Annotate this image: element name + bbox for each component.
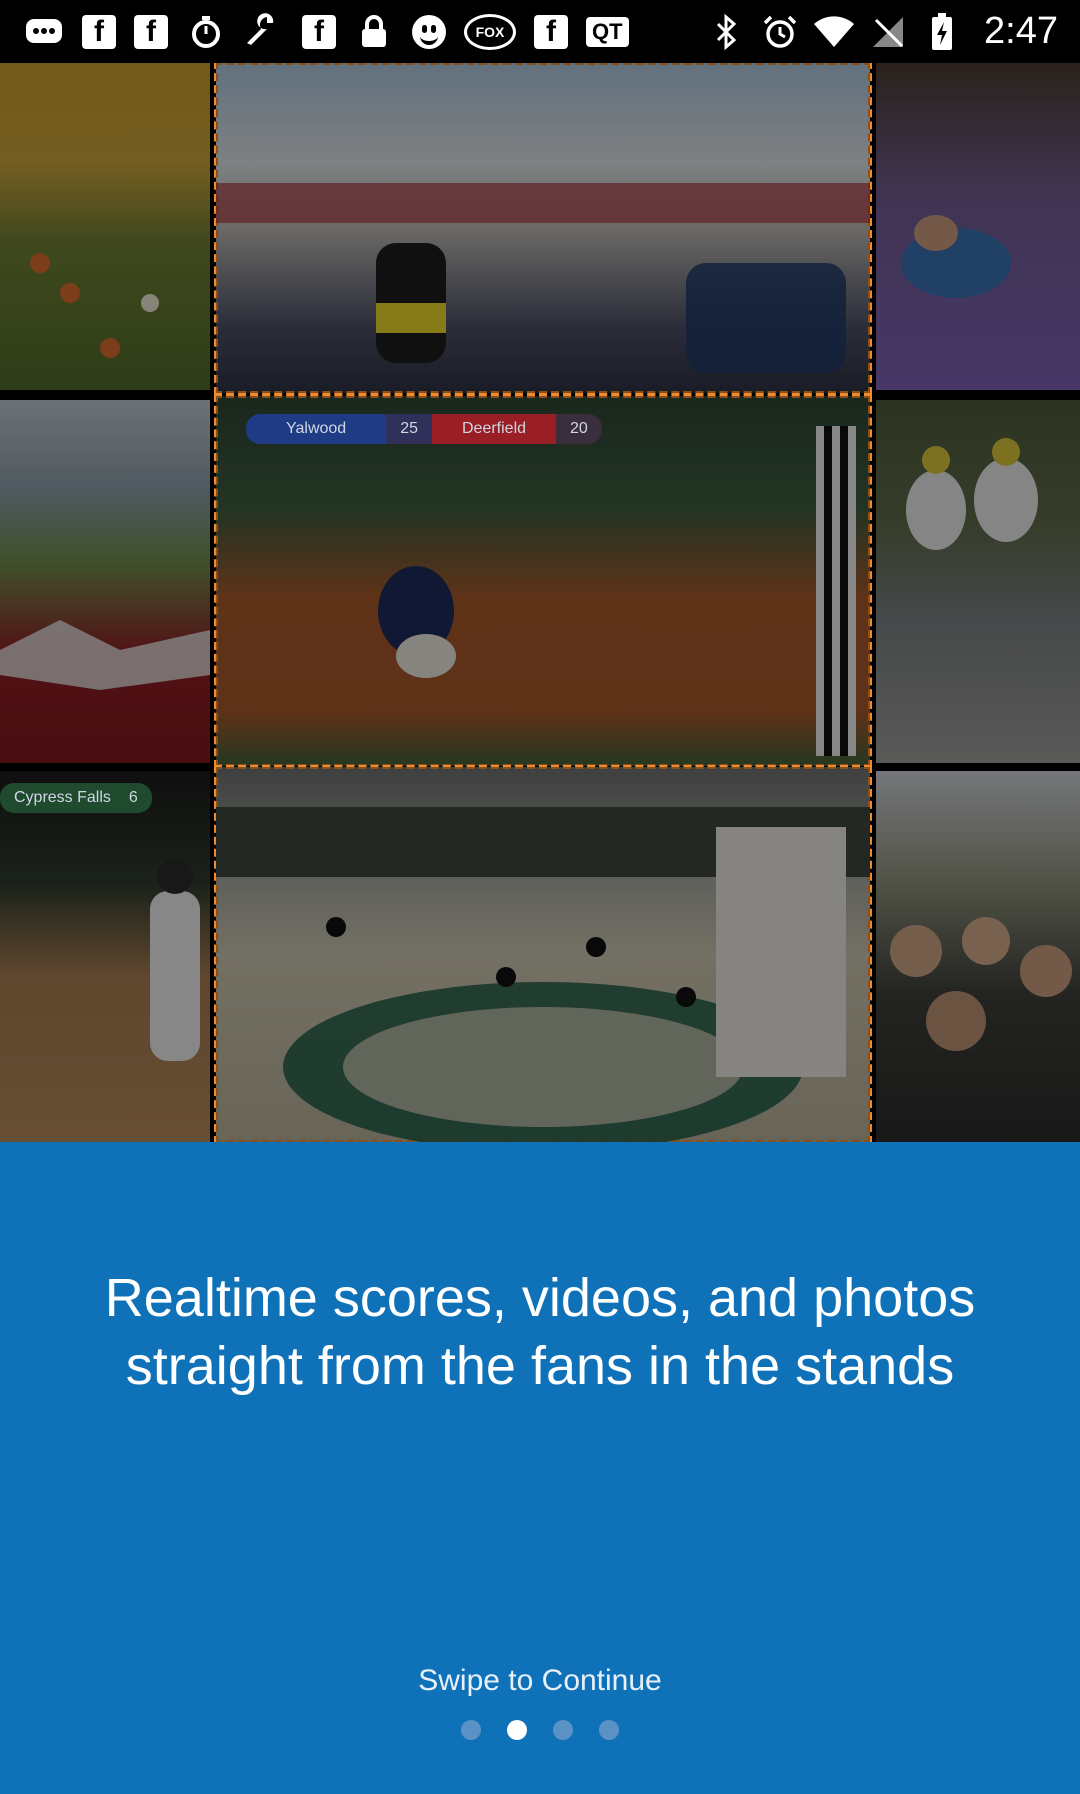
no-signal-icon bbox=[868, 12, 908, 52]
status-bar: f f f FOX f QT 2:47 bbox=[0, 0, 1080, 63]
headline-line-1: Realtime scores, videos, and photos bbox=[104, 1268, 976, 1328]
page-indicator bbox=[0, 1720, 1080, 1740]
page-dot-2-active[interactable] bbox=[507, 1720, 527, 1740]
facebook-icon: f bbox=[302, 14, 336, 49]
battery-charging-icon bbox=[922, 12, 962, 52]
photo-softball-slide: Yalwood 25 Deerfield 20 bbox=[214, 394, 872, 768]
score-home: 25 bbox=[386, 414, 432, 444]
photo-football-players bbox=[876, 400, 1080, 763]
facebook-icon: f bbox=[82, 14, 116, 49]
fox-sports-icon: FOX bbox=[464, 13, 516, 50]
alarm-icon bbox=[760, 12, 800, 52]
photo-wrestling-mat bbox=[876, 63, 1080, 390]
clock: 2:47 bbox=[984, 10, 1058, 52]
photo-softball-catcher: Cypress Falls 6 bbox=[0, 771, 210, 1142]
page-dot-1[interactable] bbox=[461, 1720, 481, 1740]
facebook-icon: f bbox=[134, 14, 168, 49]
photo-sideline-crowd bbox=[0, 400, 210, 763]
quicktime-icon: QT bbox=[586, 16, 629, 47]
stopwatch-icon bbox=[186, 12, 226, 52]
score-away: 20 bbox=[556, 414, 602, 444]
page-dot-3[interactable] bbox=[553, 1720, 573, 1740]
page-dot-4[interactable] bbox=[599, 1720, 619, 1740]
bluetooth-icon bbox=[706, 12, 746, 52]
wifi-icon bbox=[814, 12, 855, 52]
notification-icons: f f f FOX f QT bbox=[0, 12, 629, 52]
sports-photo-collage: Yalwood 25 Deerfield 20 Cypress Falls 6 bbox=[0, 63, 1080, 1142]
lock-icon bbox=[354, 12, 394, 52]
scoreboard-overlay: Yalwood 25 Deerfield 20 bbox=[246, 414, 602, 444]
score-team-home: Yalwood bbox=[246, 414, 387, 444]
facebook-icon: f bbox=[534, 14, 568, 49]
system-icons: 2:47 bbox=[706, 10, 1080, 53]
score-value: 6 bbox=[128, 789, 138, 806]
smiley-icon bbox=[412, 14, 446, 49]
photo-basketball-gym bbox=[214, 765, 872, 1142]
scoreboard-overlay-2: Cypress Falls 6 bbox=[0, 783, 152, 813]
photo-fans-celebrating bbox=[876, 771, 1080, 1142]
onboarding-headline: Realtime scores, videos, and photos stra… bbox=[40, 1264, 1040, 1400]
score-team: Cypress Falls bbox=[14, 789, 111, 806]
photo-football-field bbox=[0, 63, 210, 390]
headline-line-2: straight from the fans in the stands bbox=[125, 1336, 955, 1396]
wrench-icon bbox=[244, 12, 284, 52]
score-team-away: Deerfield bbox=[431, 414, 557, 444]
swipe-to-continue-label[interactable]: Swipe to Continue bbox=[0, 1664, 1080, 1698]
photo-stadium-mascot bbox=[214, 63, 872, 395]
chat-bubble-icon bbox=[24, 12, 64, 52]
